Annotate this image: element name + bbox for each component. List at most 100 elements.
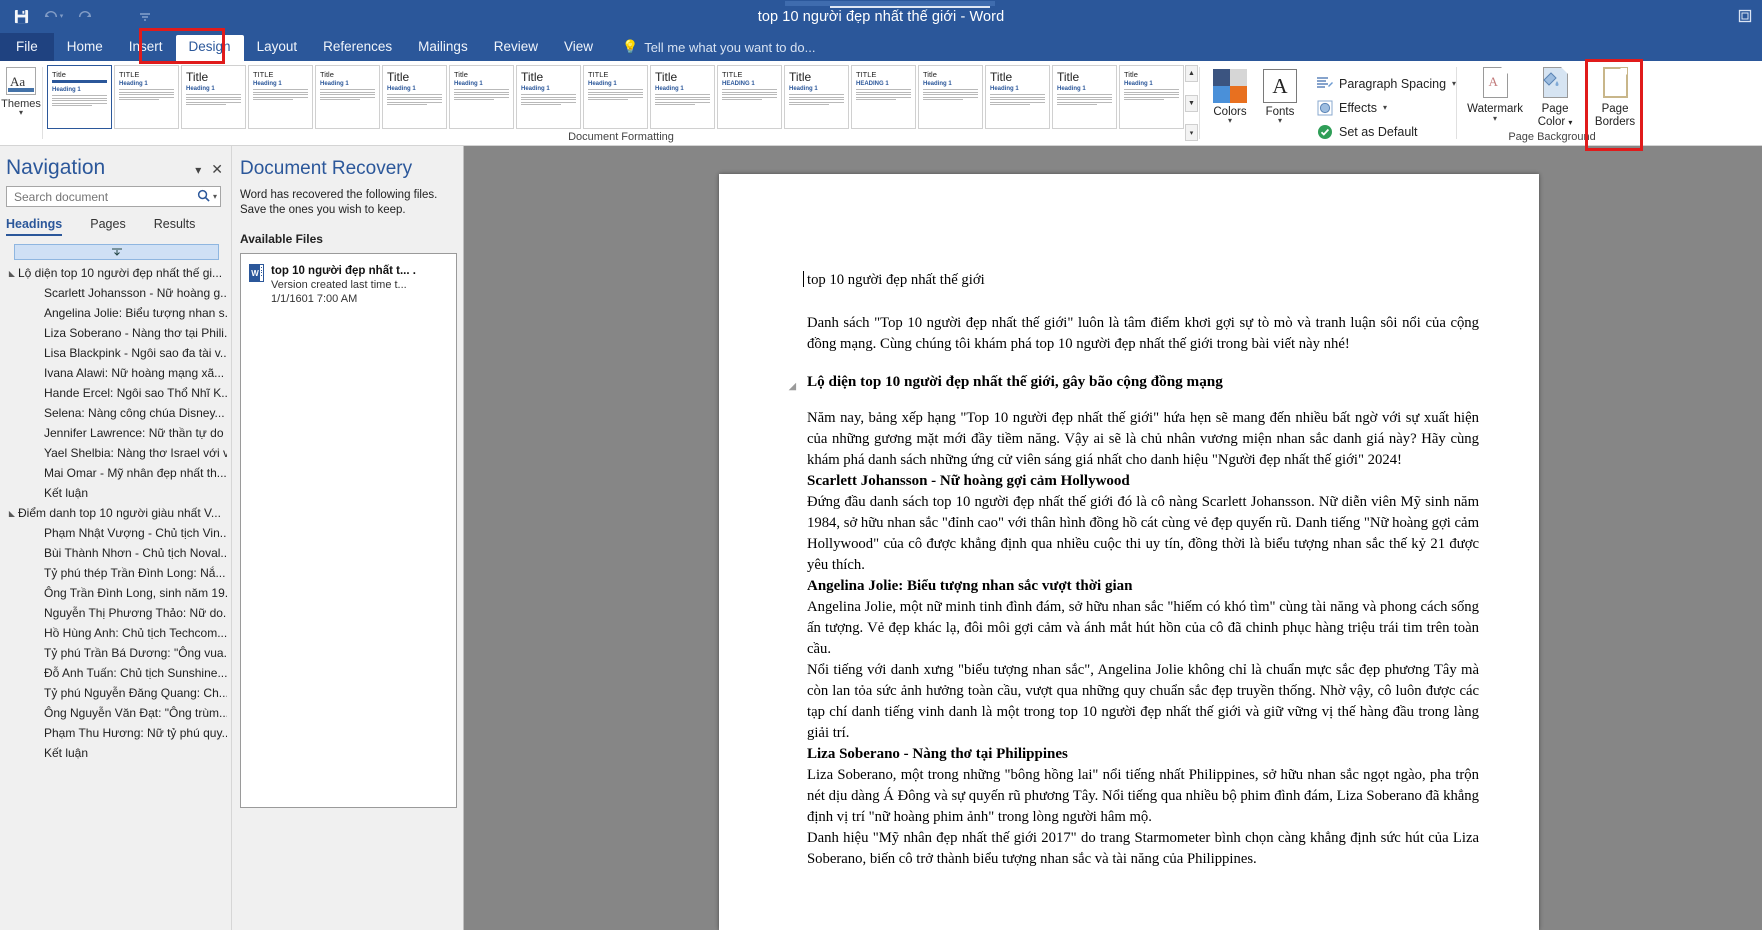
style-thumbnail[interactable]: TITLE Heading 1	[248, 65, 313, 129]
tab-view[interactable]: View	[551, 35, 606, 61]
gallery-more-icon[interactable]: ▾	[1185, 124, 1198, 141]
nav-heading-item[interactable]: ◢Kết luận	[4, 743, 227, 763]
collapse-heading-icon[interactable]: ◢	[789, 376, 796, 397]
restore-window-icon[interactable]	[1734, 5, 1756, 27]
nav-heading-item[interactable]: ◢Nguyễn Thị Phương Thảo: Nữ do...	[4, 603, 227, 623]
nav-heading-item[interactable]: ◢ Điểm danh top 10 người giàu nhất V...	[4, 503, 227, 523]
undo-icon[interactable]: ▾	[38, 4, 68, 30]
nav-heading-item[interactable]: ◢Angelina Jolie: Biểu tượng nhan s...	[4, 303, 227, 323]
style-thumbnail[interactable]: Title Heading 1	[315, 65, 380, 129]
search-dropdown-icon[interactable]: ▾	[213, 192, 217, 201]
document-canvas[interactable]: top 10 người đẹp nhất thế giới Danh sách…	[464, 146, 1762, 930]
tab-layout[interactable]: Layout	[244, 35, 311, 61]
tab-design[interactable]: Design	[175, 35, 244, 61]
customize-quick-access-toolbar-icon[interactable]	[130, 4, 160, 30]
style-thumbnail[interactable]: Title Heading 1	[1119, 65, 1184, 129]
page-borders-button[interactable]: Page Borders	[1587, 67, 1643, 129]
nav-heading-item[interactable]: ◢Kết luận	[4, 483, 227, 503]
nav-heading-item[interactable]: ◢Yael Shelbia: Nàng thơ Israel với v...	[4, 443, 227, 463]
navigation-selected-heading-bar[interactable]	[14, 244, 219, 260]
style-thumbnail[interactable]: TITLE Heading 1	[114, 65, 179, 129]
fonts-dropdown-icon[interactable]: ▾	[1278, 117, 1282, 125]
tab-mailings[interactable]: Mailings	[405, 35, 481, 61]
save-icon[interactable]	[6, 4, 36, 30]
style-thumbnail[interactable]: Title Heading 1	[47, 65, 112, 129]
gallery-scroll-down-icon[interactable]: ▼	[1185, 94, 1198, 112]
page-color-dropdown-icon[interactable]: ▾	[1568, 118, 1572, 127]
style-thumbnail[interactable]: Title Heading 1	[985, 65, 1050, 129]
style-thumbnail[interactable]: Title Heading 1	[516, 65, 581, 129]
nav-heading-item[interactable]: ◢Bùi Thành Nhơn - Chủ tịch Noval...	[4, 543, 227, 563]
nav-heading-item[interactable]: ◢Phạm Thu Hương: Nữ tỷ phú quy...	[4, 723, 227, 743]
nav-heading-label: Scarlett Johansson - Nữ hoàng g...	[44, 286, 227, 300]
nav-heading-item[interactable]: ◢ Lộ diện top 10 người đẹp nhất thế gi...	[4, 263, 227, 283]
nav-heading-item[interactable]: ◢Scarlett Johansson - Nữ hoàng g...	[4, 283, 227, 303]
nav-heading-item[interactable]: ◢Hande Ercel: Ngôi sao Thổ Nhĩ K...	[4, 383, 227, 403]
nav-heading-item[interactable]: ◢Tỷ phú Nguyễn Đăng Quang: Ch...	[4, 683, 227, 703]
style-preview-lines	[316, 87, 379, 104]
nav-heading-item[interactable]: ◢Tỷ phú thép Trần Đình Long: Nắ...	[4, 563, 227, 583]
paragraph-spacing-button[interactable]: Paragraph Spacing ▾	[1316, 75, 1456, 92]
style-thumbnail[interactable]: Title Heading 1	[918, 65, 983, 129]
effects-dropdown-icon[interactable]: ▾	[1383, 103, 1387, 112]
nav-heading-item[interactable]: ◢Ivana Alawi: Nữ hoàng mạng xã...	[4, 363, 227, 383]
tab-references[interactable]: References	[310, 35, 405, 61]
style-thumbnail[interactable]: Title Heading 1	[382, 65, 447, 129]
effects-button[interactable]: Effects ▾	[1316, 99, 1456, 116]
set-as-default-button[interactable]: Set as Default	[1316, 123, 1456, 140]
nav-heading-item[interactable]: ◢Hồ Hùng Anh: Chủ tịch Techcom...	[4, 623, 227, 643]
navigation-headings-list[interactable]: ◢ Lộ diện top 10 người đẹp nhất thế gi...…	[0, 236, 231, 930]
style-thumbnail[interactable]: TITLE HEADING 1	[851, 65, 916, 129]
search-input[interactable]	[12, 188, 194, 205]
navigation-close-icon[interactable]: ✕	[211, 161, 223, 178]
tell-me-box[interactable]: 💡 Tell me what you want to do...	[606, 35, 825, 61]
style-thumbnail[interactable]: Title Heading 1	[1052, 65, 1117, 129]
nav-heading-item[interactable]: ◢Selena: Nàng công chúa Disney...	[4, 403, 227, 423]
themes-dropdown-icon[interactable]: ▾	[19, 109, 23, 117]
watermark-button[interactable]: A Watermark ▾	[1467, 67, 1523, 123]
nav-heading-item[interactable]: ◢Mai Omar - Mỹ nhân đẹp nhất th...	[4, 463, 227, 483]
nav-tab-results[interactable]: Results	[154, 217, 196, 236]
colors-dropdown-icon[interactable]: ▾	[1228, 117, 1232, 125]
fonts-button[interactable]: A Fonts ▾	[1260, 69, 1300, 125]
nav-heading-item[interactable]: ◢Tỷ phú Trần Bá Dương: "Ông vua...	[4, 643, 227, 663]
style-thumbnail[interactable]: TITLE Heading 1	[583, 65, 648, 129]
style-thumbnail[interactable]: Title Heading 1	[784, 65, 849, 129]
style-title: Title	[1124, 70, 1138, 79]
nav-heading-item[interactable]: ◢Ông Trần Đình Long, sinh năm 19...	[4, 583, 227, 603]
tab-review[interactable]: Review	[481, 35, 551, 61]
navigation-search-box[interactable]: ▾	[6, 186, 221, 207]
tab-file[interactable]: File	[0, 33, 54, 61]
nav-heading-item[interactable]: ◢Ông Nguyễn Văn Đạt: "Ông trùm...	[4, 703, 227, 723]
style-thumbnail[interactable]: Title Heading 1	[650, 65, 715, 129]
gallery-scroll-up-icon[interactable]: ▲	[1185, 65, 1198, 82]
document-body[interactable]: top 10 người đẹp nhất thế giới Danh sách…	[789, 270, 1479, 870]
redo-icon[interactable]	[70, 4, 100, 30]
available-files-list[interactable]: W top 10 người đẹp nhất t... . Version c…	[240, 253, 457, 808]
tab-insert[interactable]: Insert	[116, 35, 176, 61]
navigation-options-icon[interactable]: ▾	[195, 163, 201, 177]
nav-heading-item[interactable]: ◢Liza Soberano - Nàng thơ tại Phili...	[4, 323, 227, 343]
expand-collapse-icon[interactable]: ◢	[6, 269, 15, 278]
page-color-button[interactable]: Page Color ▾	[1527, 67, 1583, 129]
colors-button[interactable]: Colors ▾	[1210, 69, 1250, 125]
tab-home[interactable]: Home	[54, 35, 116, 61]
style-preview-lines	[383, 92, 446, 109]
search-icon[interactable]	[194, 189, 213, 205]
document-page[interactable]: top 10 người đẹp nhất thế giới Danh sách…	[719, 174, 1539, 930]
nav-tab-headings[interactable]: Headings	[6, 217, 63, 236]
style-thumbnail[interactable]: Title Heading 1	[449, 65, 514, 129]
nav-heading-item[interactable]: ◢Phạm Nhật Vượng - Chủ tịch Vin...	[4, 523, 227, 543]
nav-heading-item[interactable]: ◢Jennifer Lawrence: Nữ thần tự do	[4, 423, 227, 443]
nav-tab-pages[interactable]: Pages	[90, 217, 125, 236]
expand-collapse-icon[interactable]: ◢	[6, 509, 15, 518]
style-thumbnail[interactable]: Title Heading 1	[181, 65, 246, 129]
nav-heading-item[interactable]: ◢Lisa Blackpink - Ngôi sao đa tài v...	[4, 343, 227, 363]
watermark-dropdown-icon[interactable]: ▾	[1493, 115, 1497, 123]
effects-icon	[1316, 99, 1333, 116]
themes-group[interactable]: Aa Themes ▾	[0, 61, 42, 145]
gallery-scroll-buttons[interactable]: ▲ ▼ ▾	[1185, 61, 1199, 145]
style-thumbnail[interactable]: TITLE HEADING 1	[717, 65, 782, 129]
list-item[interactable]: W top 10 người đẹp nhất t... . Version c…	[245, 260, 452, 310]
nav-heading-item[interactable]: ◢Đỗ Anh Tuấn: Chủ tịch Sunshine...	[4, 663, 227, 683]
